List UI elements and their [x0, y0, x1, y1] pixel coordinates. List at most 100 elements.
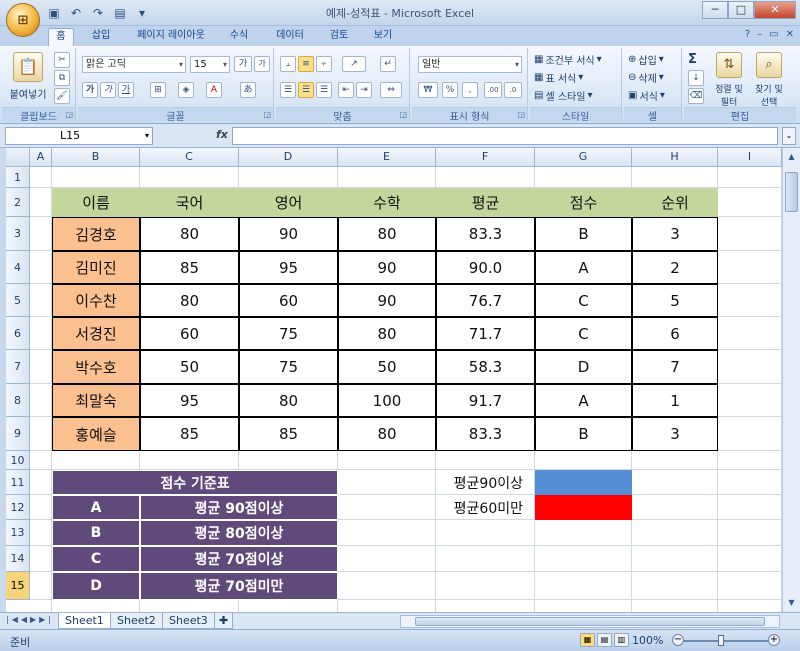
bold-button[interactable]: 가: [82, 82, 98, 98]
zoom-slider[interactable]: − +: [672, 634, 780, 648]
column-header-g[interactable]: G: [535, 148, 632, 167]
row-header-15[interactable]: 15: [6, 572, 30, 600]
copy-icon[interactable]: ⧉: [54, 70, 70, 86]
table-cell[interactable]: A: [535, 251, 632, 284]
tab-insert[interactable]: 삽입: [86, 28, 116, 46]
horizontal-scrollbar[interactable]: [400, 615, 780, 628]
phonetic-icon[interactable]: あ: [240, 82, 256, 98]
table-cell[interactable]: 6: [632, 317, 718, 350]
student-name-cell[interactable]: 박수호: [52, 350, 140, 384]
wrap-text-icon[interactable]: ↵: [380, 56, 396, 72]
align-bottom-icon[interactable]: ⫟: [316, 56, 332, 72]
restore-icon[interactable]: ▭: [769, 29, 778, 40]
page-break-view-icon[interactable]: ▥: [614, 633, 629, 647]
cut-icon[interactable]: ✂: [54, 52, 70, 68]
close-button[interactable]: ✕: [754, 1, 796, 19]
table-header-cell[interactable]: 이름: [52, 188, 140, 217]
legend-criteria-cell[interactable]: 평균 80점이상: [140, 520, 338, 546]
column-header-i[interactable]: I: [718, 148, 782, 167]
student-name-cell[interactable]: 홍예슬: [52, 417, 140, 451]
table-cell[interactable]: 85: [140, 251, 239, 284]
scroll-down-icon[interactable]: ▼: [785, 596, 798, 610]
row-header-3[interactable]: 3: [6, 217, 30, 251]
table-cell[interactable]: 80: [338, 317, 436, 350]
row-header-1[interactable]: 1: [6, 167, 30, 188]
row-header-11[interactable]: 11: [6, 470, 30, 495]
table-cell[interactable]: B: [535, 417, 632, 451]
font-name-select[interactable]: 맑은 고딕 ▾: [82, 56, 186, 73]
worksheet-grid[interactable]: A B C D E F G H I 1 2 3 4 5 6 7 8 9 10 11 12 13 14 15 이름 국어 영어 수학 평균…: [6, 148, 782, 612]
zoom-in-icon[interactable]: +: [768, 634, 780, 646]
table-cell[interactable]: 60: [239, 284, 338, 317]
legend-criteria-cell[interactable]: 평균 70점이상: [140, 546, 338, 572]
table-cell[interactable]: 1: [632, 384, 718, 417]
table-cell[interactable]: 90: [338, 251, 436, 284]
minimize-button[interactable]: ─: [702, 1, 728, 19]
table-cell[interactable]: 7: [632, 350, 718, 384]
grow-font-button[interactable]: 가: [234, 56, 252, 72]
expand-formula-icon[interactable]: ⌄: [782, 127, 796, 145]
table-cell[interactable]: 85: [239, 417, 338, 451]
column-header-c[interactable]: C: [140, 148, 239, 167]
vertical-scroll-thumb[interactable]: [785, 172, 798, 212]
vertical-scrollbar[interactable]: ▲ ▼: [782, 148, 800, 612]
font-color-icon[interactable]: A: [206, 82, 222, 98]
table-cell[interactable]: 75: [239, 317, 338, 350]
decrease-decimal-button[interactable]: .0: [504, 82, 522, 98]
tab-data[interactable]: 데이터: [270, 28, 310, 46]
column-header-h[interactable]: H: [632, 148, 718, 167]
select-all-corner[interactable]: [6, 148, 30, 167]
student-name-cell[interactable]: 최말숙: [52, 384, 140, 417]
font-size-select[interactable]: 15 ▾: [190, 56, 230, 73]
format-cells-button[interactable]: ▣ 서식 ▾: [628, 88, 665, 103]
column-header-e[interactable]: E: [338, 148, 436, 167]
delete-cells-button[interactable]: ⊖ 삭제 ▾: [628, 70, 664, 85]
increase-indent-icon[interactable]: ⇥: [356, 82, 372, 98]
legend-criteria-cell[interactable]: 평균 70점미만: [140, 572, 338, 600]
row-header-14[interactable]: 14: [6, 546, 30, 572]
table-header-cell[interactable]: 국어: [140, 188, 239, 217]
increase-decimal-button[interactable]: .00: [484, 82, 502, 98]
tab-page-layout[interactable]: 페이지 레이아웃: [128, 28, 214, 46]
new-sheet-icon[interactable]: ✚: [214, 613, 234, 629]
table-cell[interactable]: 71.7: [436, 317, 535, 350]
table-cell[interactable]: C: [535, 284, 632, 317]
office-button[interactable]: ⊞: [6, 3, 40, 37]
row-header-10[interactable]: 10: [6, 451, 30, 470]
table-cell[interactable]: 91.7: [436, 384, 535, 417]
color-key-swatch[interactable]: [535, 495, 632, 520]
row-header-2[interactable]: 2: [6, 188, 30, 217]
align-middle-icon[interactable]: ≡: [298, 56, 314, 72]
table-cell[interactable]: 75: [239, 350, 338, 384]
decrease-indent-icon[interactable]: ⇤: [338, 82, 354, 98]
table-cell[interactable]: 100: [338, 384, 436, 417]
percent-button[interactable]: %: [442, 82, 458, 98]
italic-button[interactable]: 가: [100, 82, 116, 98]
horizontal-scroll-thumb[interactable]: [415, 617, 765, 626]
table-cell[interactable]: B: [535, 217, 632, 251]
find-select-button[interactable]: ⌕ 찾기 및 선택: [750, 52, 788, 108]
underline-button[interactable]: 가: [118, 82, 134, 98]
color-key-label[interactable]: 평균60미만: [436, 495, 535, 520]
align-left-icon[interactable]: ☰: [280, 82, 296, 98]
cell-styles-button[interactable]: ▤ 셀 스타일 ▾: [534, 88, 592, 103]
legend-criteria-cell[interactable]: 평균 90점이상: [140, 495, 338, 520]
fill-color-icon[interactable]: ◈: [178, 82, 194, 98]
row-header-5[interactable]: 5: [6, 284, 30, 317]
table-cell[interactable]: 50: [140, 350, 239, 384]
table-cell[interactable]: 90: [239, 217, 338, 251]
table-cell[interactable]: 60: [140, 317, 239, 350]
table-cell[interactable]: 5: [632, 284, 718, 317]
table-header-cell[interactable]: 평균: [436, 188, 535, 217]
table-cell[interactable]: 80: [338, 417, 436, 451]
table-cell[interactable]: 76.7: [436, 284, 535, 317]
formula-input[interactable]: [232, 127, 778, 145]
column-header-d[interactable]: D: [239, 148, 338, 167]
number-launcher-icon[interactable]: ◲: [517, 110, 525, 119]
table-cell[interactable]: 58.3: [436, 350, 535, 384]
fill-icon[interactable]: ↓: [688, 70, 704, 86]
color-key-label[interactable]: 평균90이상: [436, 470, 535, 495]
table-cell[interactable]: 83.3: [436, 217, 535, 251]
table-header-cell[interactable]: 영어: [239, 188, 338, 217]
format-table-button[interactable]: ▦ 표 서식 ▾: [534, 70, 583, 85]
